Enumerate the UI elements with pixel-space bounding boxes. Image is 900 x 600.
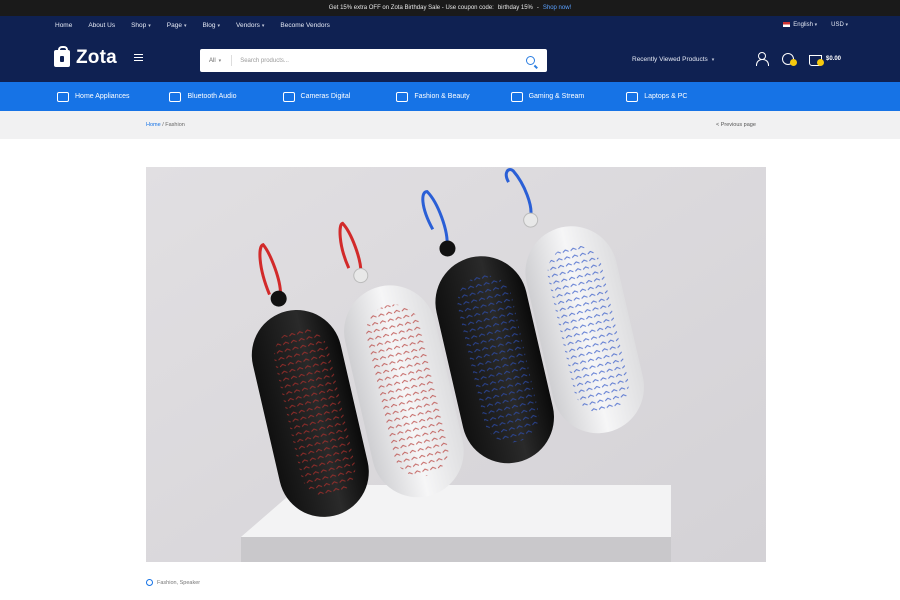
nav-become-vendors[interactable]: Become Vendors	[280, 22, 330, 29]
locale-switchers: English ▾ USD ▾	[783, 22, 848, 28]
language-selector[interactable]: English ▾	[783, 22, 817, 28]
category-bar: Home Appliances Bluetooth Audio Cameras …	[0, 82, 900, 111]
top-navigation: Home About Us Shop ▾ Page ▾ Blog ▾ Vendors ▾…	[55, 22, 330, 29]
search-input[interactable]: Search products...	[232, 58, 526, 64]
nav-shop[interactable]: Shop ▾	[131, 22, 151, 29]
user-account-icon[interactable]	[755, 52, 769, 66]
chevron-down-icon: ▾	[148, 22, 151, 29]
chevron-down-icon: ▾	[711, 56, 715, 63]
search-icon[interactable]	[526, 56, 535, 65]
currency-selector[interactable]: USD ▾	[831, 22, 848, 28]
search-bar: All ▾ Search products...	[200, 49, 547, 72]
chevron-down-icon: ▾	[261, 22, 265, 29]
shop-now-link[interactable]: Shop now!	[543, 5, 571, 11]
breadcrumb: Home / Fashion	[146, 122, 185, 128]
cart-total[interactable]: $0.00	[826, 56, 841, 62]
header-actions: $0.00	[755, 52, 841, 66]
chevron-down-icon: ▾	[845, 22, 848, 29]
nav-vendors[interactable]: Vendors ▾	[236, 22, 264, 29]
chevron-down-icon: ▾	[217, 22, 221, 29]
post-categories[interactable]: Fashion, Speaker	[157, 580, 200, 586]
category-gaming-stream[interactable]: Gaming & Stream	[510, 91, 584, 102]
category-laptops-pc[interactable]: Laptops & PC	[626, 91, 687, 102]
breadcrumb-home-link[interactable]: Home	[146, 122, 161, 128]
nav-about-us[interactable]: About Us	[88, 22, 115, 29]
announcement-bar: Get 15% extra OFF on Zota Birthday Sale …	[0, 0, 900, 16]
previous-page-link[interactable]: < Previous page	[716, 122, 756, 128]
post-meta: Fashion, Speaker	[146, 579, 200, 586]
nav-page[interactable]: Page ▾	[167, 22, 187, 29]
category-home-appliances[interactable]: Home Appliances	[57, 91, 129, 102]
tag-icon	[146, 579, 153, 586]
laptop-icon	[626, 91, 639, 102]
cart-icon[interactable]	[809, 52, 824, 66]
site-header: Home About Us Shop ▾ Page ▾ Blog ▾ Vendors ▾…	[0, 16, 900, 82]
shopping-bag-icon	[54, 45, 70, 67]
chevron-down-icon: ▾	[183, 22, 187, 29]
category-bluetooth-audio[interactable]: Bluetooth Audio	[169, 91, 237, 102]
chevron-down-icon: ▾	[814, 22, 818, 29]
post-featured-image	[146, 167, 766, 562]
announcement-text: Get 15% extra OFF on Zota Birthday Sale …	[328, 5, 494, 11]
search-category-select[interactable]: All ▾	[200, 55, 233, 66]
camera-icon	[282, 91, 295, 102]
shirt-icon	[396, 91, 409, 102]
breadcrumb-current: Fashion	[165, 122, 185, 128]
flag-icon	[783, 22, 791, 27]
category-fashion-beauty[interactable]: Fashion & Beauty	[396, 91, 470, 102]
category-cameras-digital[interactable]: Cameras Digital	[282, 91, 350, 102]
site-logo[interactable]: Zota	[54, 45, 117, 69]
recently-viewed-dropdown[interactable]: Recently Viewed Products ▾	[632, 56, 714, 63]
nav-home[interactable]: Home	[55, 22, 72, 29]
breadcrumb-bar: Home / Fashion < Previous page	[0, 111, 900, 139]
speaker-icon	[169, 91, 182, 102]
chevron-down-icon: ▾	[218, 57, 222, 64]
hamburger-menu-icon[interactable]	[134, 54, 143, 61]
announcement-code: birthday 15%	[497, 5, 533, 11]
appliance-icon	[57, 91, 69, 102]
logo-text: Zota	[76, 47, 117, 68]
gamepad-icon	[510, 91, 523, 102]
nav-blog[interactable]: Blog ▾	[203, 22, 221, 29]
wishlist-icon[interactable]	[782, 52, 797, 66]
